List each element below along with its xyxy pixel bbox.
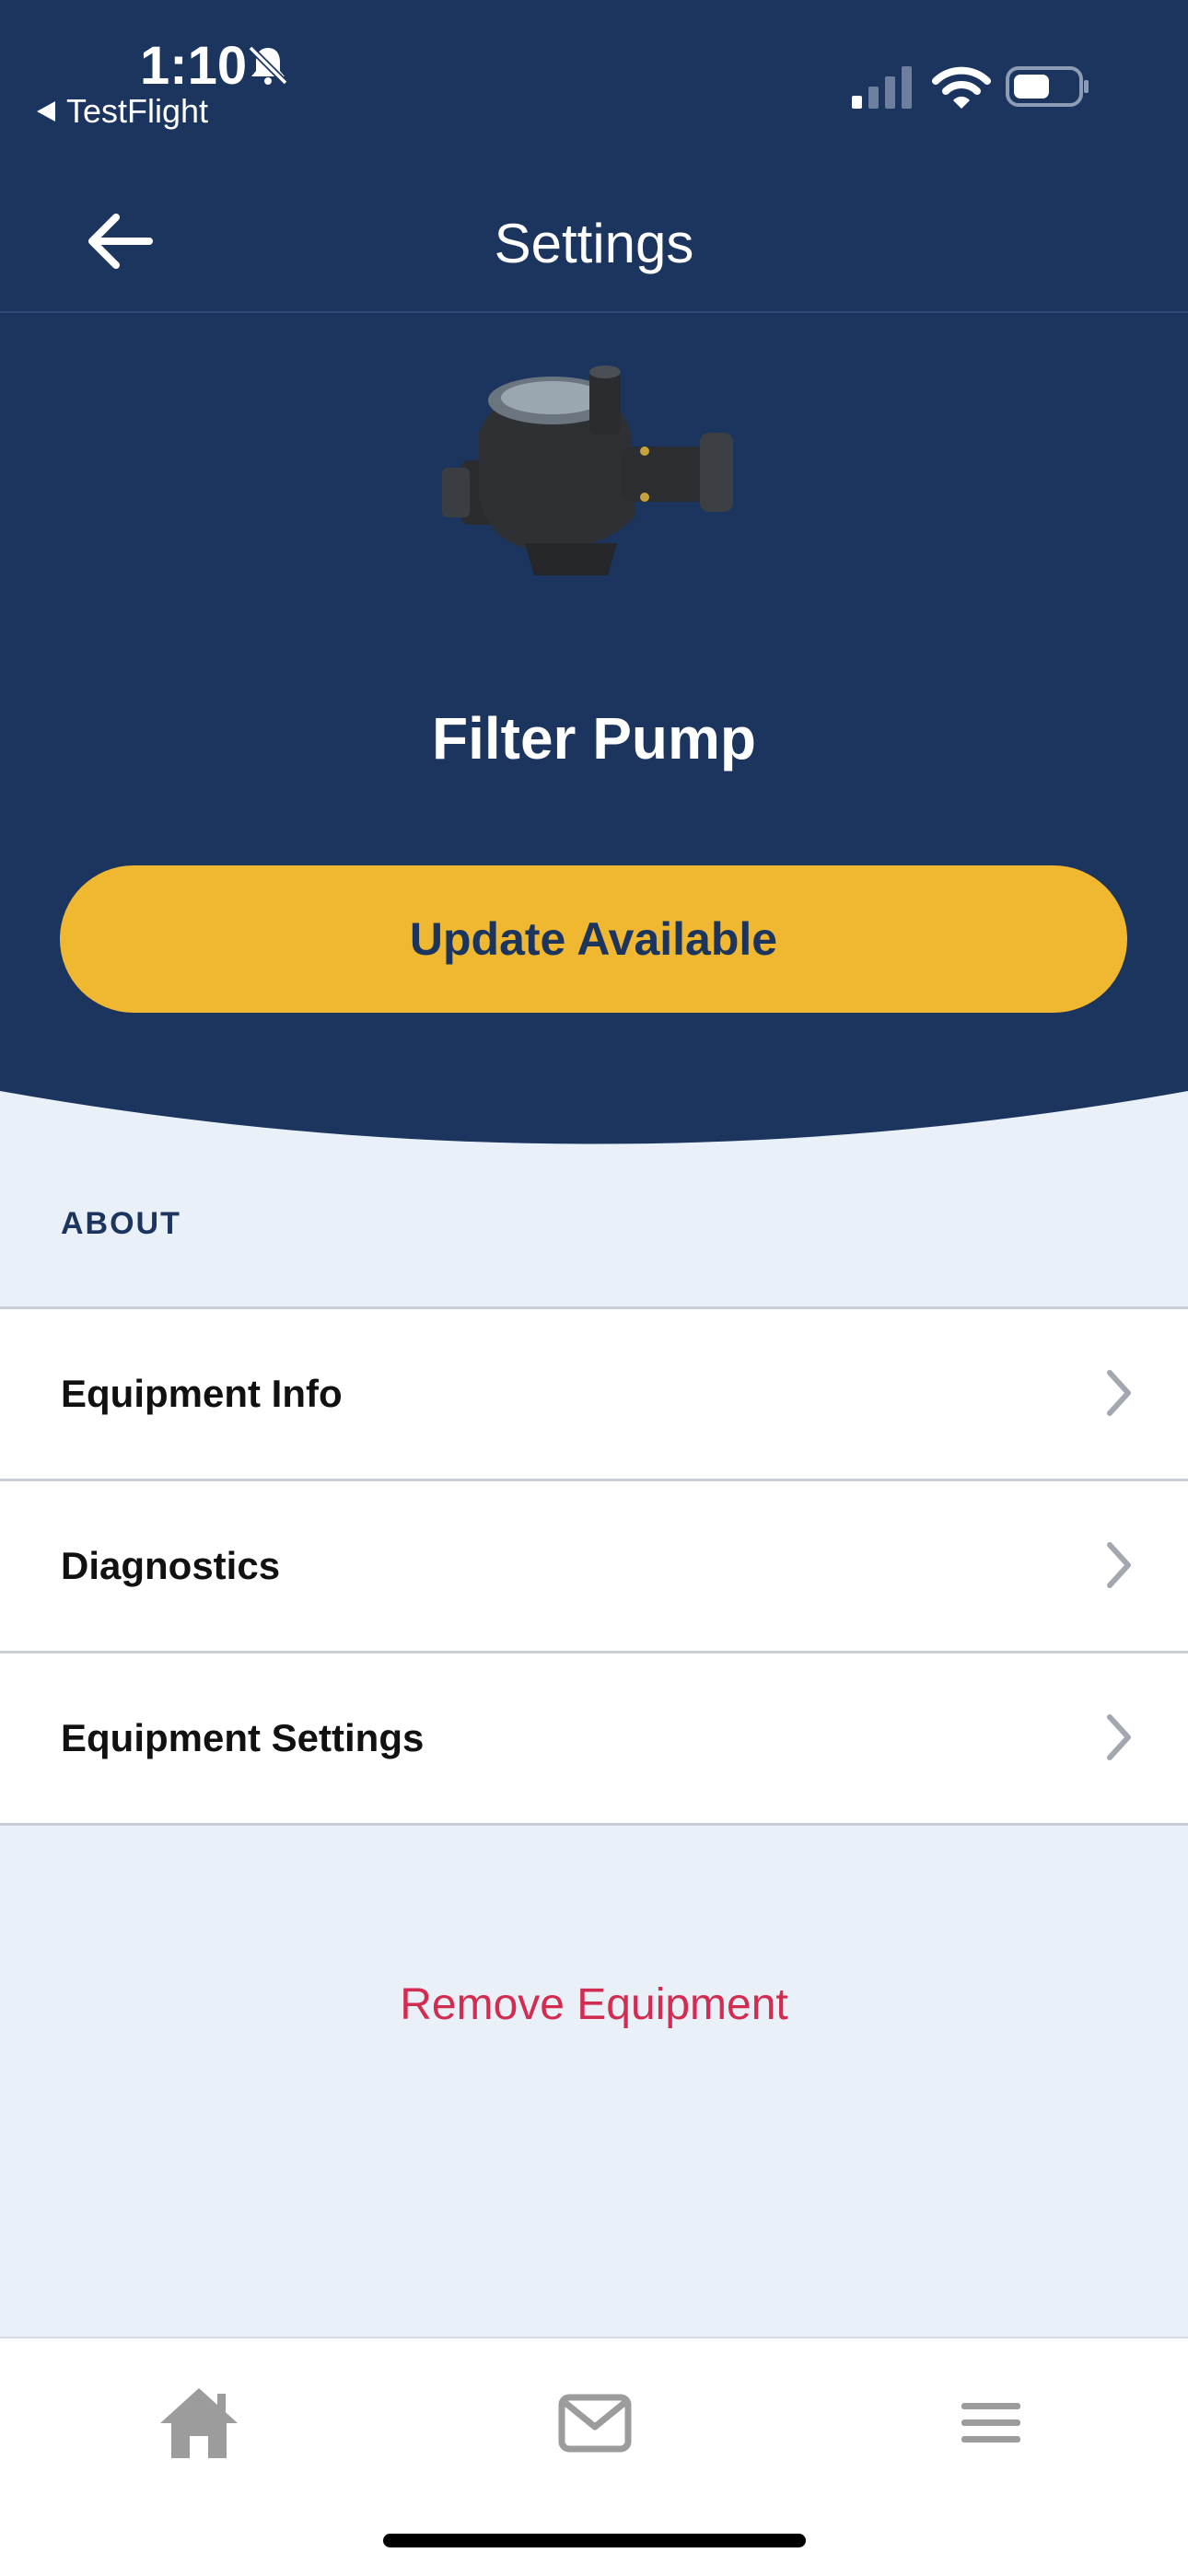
- battery-icon: [1006, 66, 1089, 107]
- chevron-right-icon: [1107, 1542, 1131, 1588]
- update-available-button[interactable]: Update Available: [60, 865, 1127, 1013]
- remove-equipment-button[interactable]: Remove Equipment: [0, 1979, 1188, 2030]
- list-item-equipment-settings[interactable]: Equipment Settings: [0, 1654, 1188, 1826]
- list-item-label: Equipment Settings: [61, 1716, 425, 1759]
- cellular-signal-icon: [852, 66, 912, 109]
- page-title: Settings: [494, 213, 694, 274]
- list-item-label: Diagnostics: [61, 1544, 281, 1587]
- list-item-diagnostics[interactable]: Diagnostics: [0, 1481, 1188, 1654]
- list-item-equipment-info[interactable]: Equipment Info: [0, 1309, 1188, 1481]
- list-item-label: Equipment Info: [61, 1372, 343, 1415]
- home-icon[interactable]: [153, 2381, 245, 2464]
- device-header: Filter Pump Update Available: [0, 313, 1188, 1146]
- bell-muted-icon: [248, 45, 288, 86]
- device-name: Filter Pump: [431, 705, 757, 772]
- back-app-label: TestFlight: [66, 92, 209, 130]
- about-list: Equipment Info Diagnostics Equipment Set…: [0, 1306, 1188, 1826]
- chevron-right-icon: [1107, 1714, 1131, 1760]
- navigation-bar: Settings: [0, 166, 1188, 313]
- menu-icon[interactable]: [945, 2381, 1037, 2464]
- back-to-testflight-link[interactable]: TestFlight: [37, 92, 208, 131]
- chevron-right-icon: [1107, 1370, 1131, 1416]
- section-header-about: ABOUT: [61, 1206, 181, 1241]
- wifi-icon: [932, 66, 991, 109]
- pump-image: [442, 366, 733, 575]
- back-triangle-icon: [37, 101, 55, 122]
- mail-icon[interactable]: [549, 2381, 641, 2464]
- home-indicator: [383, 2534, 806, 2547]
- status-bar: 1:10 TestFlight: [0, 0, 1188, 166]
- status-time: 1:10: [140, 36, 248, 96]
